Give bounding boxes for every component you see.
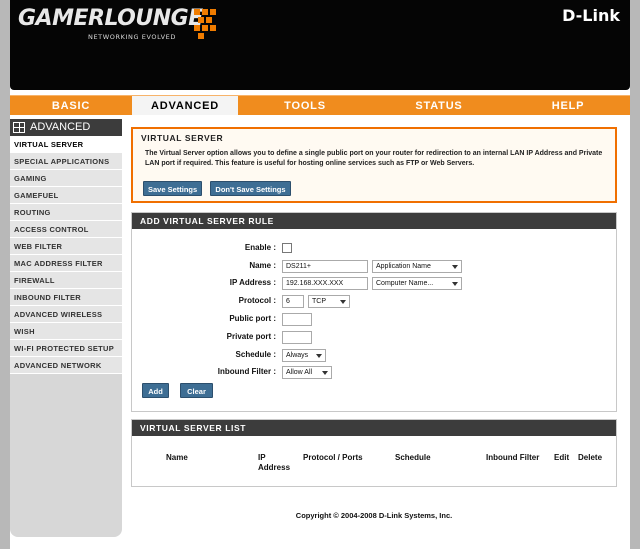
sidebar-item-inbound-filter[interactable]: INBOUND FILTER bbox=[10, 289, 122, 306]
add-rule-title: ADD VIRTUAL SERVER RULE bbox=[132, 213, 616, 229]
public-port-label: Public port : bbox=[229, 314, 276, 323]
col-schedule: Schedule bbox=[395, 453, 431, 462]
brand-logo: GAMERLOUNGE bbox=[18, 6, 203, 31]
chevron-down-icon bbox=[322, 371, 328, 375]
protocol-select-value: TCP bbox=[312, 298, 326, 305]
chevron-down-icon bbox=[316, 354, 322, 358]
virtual-server-description: The Virtual Server option allows you to … bbox=[145, 150, 603, 167]
enable-label: Enable : bbox=[244, 243, 276, 252]
chevron-down-icon bbox=[452, 282, 458, 286]
tab-advanced[interactable]: ADVANCED bbox=[132, 96, 238, 115]
header-banner: GAMERLOUNGE NETWORKING EVOLVED D-Link bbox=[10, 0, 630, 90]
sidebar-item-advanced-network[interactable]: ADVANCED NETWORK bbox=[10, 357, 122, 374]
brand-grid-icon bbox=[194, 9, 216, 41]
col-edit: Edit bbox=[554, 453, 570, 462]
tab-tools[interactable]: TOOLS bbox=[238, 96, 372, 115]
computer-name-select[interactable]: Computer Name... bbox=[372, 277, 462, 290]
sidebar-item-wish[interactable]: WISH bbox=[10, 323, 122, 340]
public-port-input[interactable] bbox=[282, 313, 312, 326]
copyright: Copyright © 2004-2008 D-Link Systems, In… bbox=[295, 511, 453, 520]
dont-save-settings-button[interactable]: Don't Save Settings bbox=[210, 181, 291, 196]
col-inbound-filter: Inbound Filter bbox=[486, 453, 540, 462]
tab-basic[interactable]: BASIC bbox=[10, 96, 132, 115]
add-rule-panel: ADD VIRTUAL SERVER RULE Enable : Name : … bbox=[131, 212, 617, 412]
protocol-number-input[interactable]: 6 bbox=[282, 295, 304, 308]
grid-icon bbox=[13, 122, 25, 133]
clear-button[interactable]: Clear bbox=[180, 383, 213, 398]
virtual-server-title: VIRTUAL SERVER bbox=[141, 133, 224, 143]
tab-help[interactable]: HELP bbox=[506, 96, 630, 115]
col-delete: Delete bbox=[578, 453, 603, 462]
schedule-label: Schedule : bbox=[235, 350, 276, 359]
sidebar-item-wps[interactable]: WI-FI PROTECTED SETUP bbox=[10, 340, 122, 357]
chevron-down-icon bbox=[452, 265, 458, 269]
private-port-input[interactable] bbox=[282, 331, 312, 344]
sidebar-title-label: ADVANCED bbox=[30, 121, 91, 133]
sidebar-item-gaming[interactable]: GAMING bbox=[10, 170, 122, 187]
col-ip-line2: Address bbox=[258, 463, 291, 472]
vendor-logo: D-Link bbox=[562, 6, 620, 25]
application-name-select[interactable]: Application Name bbox=[372, 260, 462, 273]
sidebar-item-special-applications[interactable]: SPECIAL APPLICATIONS bbox=[10, 153, 122, 170]
protocol-select[interactable]: TCP bbox=[308, 295, 350, 308]
save-settings-button[interactable]: Save Settings bbox=[143, 181, 203, 196]
tab-status[interactable]: STATUS bbox=[372, 96, 506, 115]
virtual-server-panel: VIRTUAL SERVER The Virtual Server option… bbox=[131, 127, 617, 203]
name-label: Name : bbox=[249, 261, 276, 270]
sidebar-item-gamefuel[interactable]: GAMEFUEL bbox=[10, 187, 122, 204]
private-port-label: Private port : bbox=[226, 332, 276, 341]
sidebar-item-routing[interactable]: ROUTING bbox=[10, 204, 122, 221]
enable-checkbox[interactable] bbox=[282, 243, 292, 253]
sidebar-item-virtual-server[interactable]: VIRTUAL SERVER bbox=[10, 136, 122, 153]
computer-name-select-value: Computer Name... bbox=[376, 280, 434, 287]
sidebar: ADVANCED VIRTUAL SERVER SPECIAL APPLICAT… bbox=[10, 119, 122, 537]
schedule-select-value: Always bbox=[286, 352, 309, 359]
inbound-filter-select-value: Allow All bbox=[286, 369, 313, 376]
settings-buttons: Save Settings Don't Save Settings bbox=[143, 181, 297, 196]
col-ip: IP Address bbox=[258, 453, 290, 473]
top-nav: BASIC ADVANCED TOOLS STATUS HELP bbox=[10, 95, 630, 115]
ip-input[interactable]: 192.168.XXX.XXX bbox=[282, 277, 368, 290]
schedule-select[interactable]: Always bbox=[282, 349, 326, 362]
inbound-filter-label: Inbound Filter : bbox=[217, 367, 276, 376]
col-ip-line1: IP bbox=[258, 453, 266, 462]
sidebar-title: ADVANCED bbox=[10, 119, 122, 136]
name-input[interactable]: DS211+ bbox=[282, 260, 368, 273]
inbound-filter-select[interactable]: Allow All bbox=[282, 366, 332, 379]
application-name-select-value: Application Name bbox=[376, 263, 431, 270]
protocol-label: Protocol : bbox=[238, 296, 276, 305]
sidebar-item-access-control[interactable]: ACCESS CONTROL bbox=[10, 221, 122, 238]
ip-label: IP Address : bbox=[229, 278, 276, 287]
col-protocol: Protocol / Ports bbox=[303, 453, 363, 462]
sidebar-item-mac-address-filter[interactable]: MAC ADDRESS FILTER bbox=[10, 255, 122, 272]
add-button[interactable]: Add bbox=[142, 383, 169, 398]
server-list-panel: VIRTUAL SERVER LIST Name IP Address Prot… bbox=[131, 419, 617, 487]
col-name: Name bbox=[166, 453, 188, 462]
sidebar-item-firewall[interactable]: FIREWALL bbox=[10, 272, 122, 289]
sidebar-item-web-filter[interactable]: WEB FILTER bbox=[10, 238, 122, 255]
chevron-down-icon bbox=[340, 300, 346, 304]
server-list-title: VIRTUAL SERVER LIST bbox=[132, 420, 616, 436]
sidebar-item-advanced-wireless[interactable]: ADVANCED WIRELESS bbox=[10, 306, 122, 323]
brand-tagline: NETWORKING EVOLVED bbox=[88, 33, 176, 41]
